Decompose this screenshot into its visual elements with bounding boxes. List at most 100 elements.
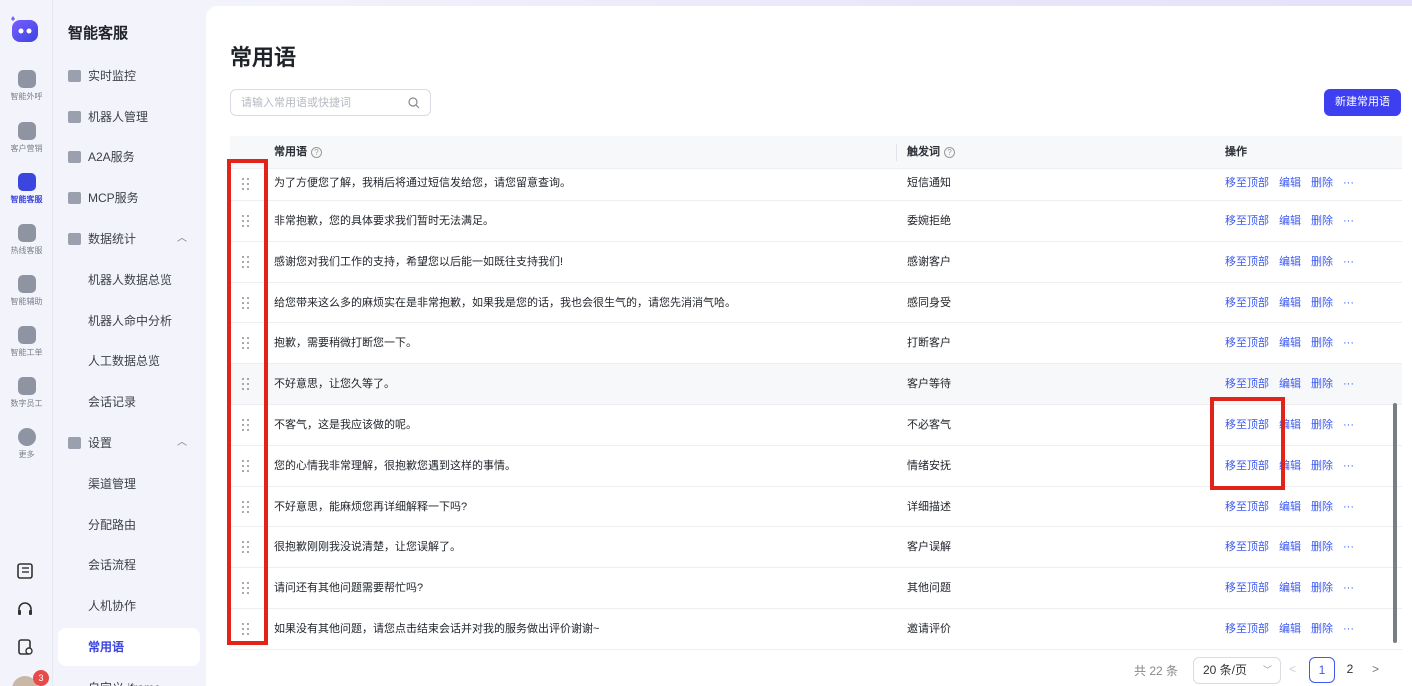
delete-link[interactable]: 删除 — [1311, 623, 1333, 635]
rail-item-1[interactable]: 客户营销 — [0, 122, 53, 154]
delete-link[interactable]: 删除 — [1311, 419, 1333, 431]
next-page-icon[interactable]: > — [1372, 662, 1379, 676]
help-icon[interactable]: ? — [311, 146, 322, 158]
new-phrase-button[interactable]: 新建常用语 — [1324, 89, 1401, 116]
column-divider — [896, 144, 897, 161]
sidebar-item-common-phrases[interactable]: 常用语 — [58, 628, 200, 666]
move-to-top-link[interactable]: 移至顶部 — [1225, 582, 1269, 594]
move-to-top-link[interactable]: 移至顶部 — [1225, 177, 1269, 189]
edit-link[interactable]: 编辑 — [1279, 215, 1301, 227]
move-to-top-link[interactable]: 移至顶部 — [1225, 215, 1269, 227]
delete-link[interactable]: 删除 — [1311, 582, 1333, 594]
clipboard-icon — [17, 326, 36, 344]
move-to-top-link[interactable]: 移至顶部 — [1225, 256, 1269, 268]
prev-page-icon[interactable]: < — [1289, 662, 1296, 676]
search-box[interactable] — [230, 89, 431, 116]
delete-link[interactable]: 删除 — [1311, 177, 1333, 189]
more-icon[interactable]: ··· — [1343, 419, 1354, 431]
more-icon[interactable]: ··· — [1343, 460, 1354, 472]
sidebar-item-session-flow[interactable]: 会话流程 — [53, 546, 206, 584]
delete-link[interactable]: 删除 — [1311, 541, 1333, 553]
edit-link[interactable]: 编辑 — [1279, 623, 1301, 635]
highlight-move-to-top — [1210, 397, 1285, 490]
more-icon[interactable]: ··· — [1343, 541, 1354, 553]
move-to-top-link[interactable]: 移至顶部 — [1225, 541, 1269, 553]
search-icon[interactable] — [408, 97, 420, 109]
sidebar-item-channel[interactable]: 渠道管理 — [53, 465, 206, 503]
delete-link[interactable]: 删除 — [1311, 460, 1333, 472]
phrase-cell: 如果没有其他问题，请您点击结束会话并对我的服务做出评价谢谢~ — [274, 622, 600, 635]
sidebar-item-realtime-monitor[interactable]: 实时监控 — [53, 57, 206, 95]
delete-link[interactable]: 删除 — [1311, 215, 1333, 227]
edit-link[interactable]: 编辑 — [1279, 582, 1301, 594]
sidebar-group-statistics[interactable]: 数据统计 ︿ — [53, 220, 206, 258]
sidebar-item-session-records[interactable]: 会话记录 — [53, 383, 206, 421]
rail-item-5[interactable]: 智能工单 — [0, 326, 53, 358]
move-to-top-link[interactable]: 移至顶部 — [1225, 337, 1269, 349]
search-input[interactable] — [231, 90, 401, 115]
edit-link[interactable]: 编辑 — [1279, 378, 1301, 390]
sidebar-item-a2a[interactable]: A2A服务 — [53, 138, 206, 176]
sidebar-item-bot-hit-analysis[interactable]: 机器人命中分析 — [53, 302, 206, 340]
move-to-top-link[interactable]: 移至顶部 — [1225, 501, 1269, 513]
rail-item-0[interactable]: 智能外呼 — [0, 70, 53, 102]
book-icon[interactable] — [15, 561, 35, 581]
trigger-cell: 客户误解 — [907, 541, 951, 554]
pagination-total: 共 22 条 — [1134, 664, 1179, 678]
document-settings-icon[interactable] — [15, 637, 35, 657]
sidebar-item-bot-management[interactable]: 机器人管理 — [53, 98, 206, 136]
rail-item-label: 智能外呼 — [10, 92, 43, 101]
scrollbar-thumb[interactable] — [1393, 403, 1397, 643]
sidebar-item-mcp[interactable]: MCP服务 — [53, 179, 206, 217]
move-to-top-link[interactable]: 移至顶部 — [1225, 378, 1269, 390]
phrase-cell: 非常抱歉，您的具体要求我们暂时无法满足。 — [274, 215, 494, 227]
delete-link[interactable]: 删除 — [1311, 501, 1333, 513]
page-button-1[interactable]: 1 — [1309, 657, 1335, 683]
more-icon[interactable]: ··· — [1343, 177, 1354, 189]
phrase-cell: 很抱歉刚刚我没说清楚，让您误解了。 — [274, 541, 461, 554]
sidebar-group-settings[interactable]: 设置 ︿ — [53, 424, 206, 462]
page-size-select[interactable]: 20 条/页 ﹀ — [1193, 657, 1281, 684]
rail-item-2[interactable]: 智能客服 — [0, 173, 53, 205]
rail-item-6[interactable]: 数字员工 — [0, 377, 53, 409]
edit-link[interactable]: 编辑 — [1279, 297, 1301, 309]
edit-link[interactable]: 编辑 — [1279, 501, 1301, 513]
more-icon[interactable]: ··· — [1343, 215, 1354, 227]
help-icon[interactable]: ? — [944, 146, 955, 158]
more-icon[interactable]: ··· — [1343, 337, 1354, 349]
move-to-top-link[interactable]: 移至顶部 — [1225, 623, 1269, 635]
actions-cell: 移至顶部 编辑 删除 ··· — [1225, 242, 1364, 282]
more-icon[interactable]: ··· — [1343, 501, 1354, 513]
more-icon[interactable]: ··· — [1343, 582, 1354, 594]
more-icon[interactable]: ··· — [1343, 378, 1354, 390]
phrase-cell: 请问还有其他问题需要帮忙吗? — [274, 582, 424, 595]
column-header-trigger: 触发词? — [907, 136, 955, 169]
app-logo-icon[interactable] — [8, 14, 42, 46]
edit-link[interactable]: 编辑 — [1279, 256, 1301, 268]
more-icon[interactable]: ··· — [1343, 256, 1354, 268]
edit-link[interactable]: 编辑 — [1279, 541, 1301, 553]
edit-link[interactable]: 编辑 — [1279, 337, 1301, 349]
more-icon[interactable]: ··· — [1343, 623, 1354, 635]
table-row: 给您带来这么多的麻烦实在是非常抱歉，如果我是您的话，我也会很生气的，请您先消消气… — [230, 283, 1402, 324]
actions-cell: 移至顶部 编辑 删除 ··· — [1225, 609, 1364, 649]
delete-link[interactable]: 删除 — [1311, 256, 1333, 268]
sidebar-item-collaboration[interactable]: 人机协作 — [53, 587, 206, 625]
headset-icon[interactable] — [15, 599, 35, 619]
move-to-top-link[interactable]: 移至顶部 — [1225, 297, 1269, 309]
sidebar-item-human-overview[interactable]: 人工数据总览 — [53, 342, 206, 380]
delete-link[interactable]: 删除 — [1311, 297, 1333, 309]
sidebar-item-bot-overview[interactable]: 机器人数据总览 — [53, 261, 206, 299]
trigger-cell: 情绪安抚 — [907, 459, 951, 472]
rail-item-3[interactable]: 热线客服 — [0, 224, 53, 256]
sidebar-item-custom-iframe[interactable]: 自定义 iframe — [53, 669, 206, 686]
delete-link[interactable]: 删除 — [1311, 378, 1333, 390]
edit-link[interactable]: 编辑 — [1279, 177, 1301, 189]
delete-link[interactable]: 删除 — [1311, 337, 1333, 349]
assist-icon — [17, 275, 36, 293]
sidebar-item-routing[interactable]: 分配路由 — [53, 506, 206, 544]
rail-item-7[interactable]: 更多 — [0, 428, 53, 460]
rail-item-4[interactable]: 智能辅助 — [0, 275, 53, 307]
page-button-2[interactable]: 2 — [1337, 657, 1363, 683]
more-icon[interactable]: ··· — [1343, 297, 1354, 309]
